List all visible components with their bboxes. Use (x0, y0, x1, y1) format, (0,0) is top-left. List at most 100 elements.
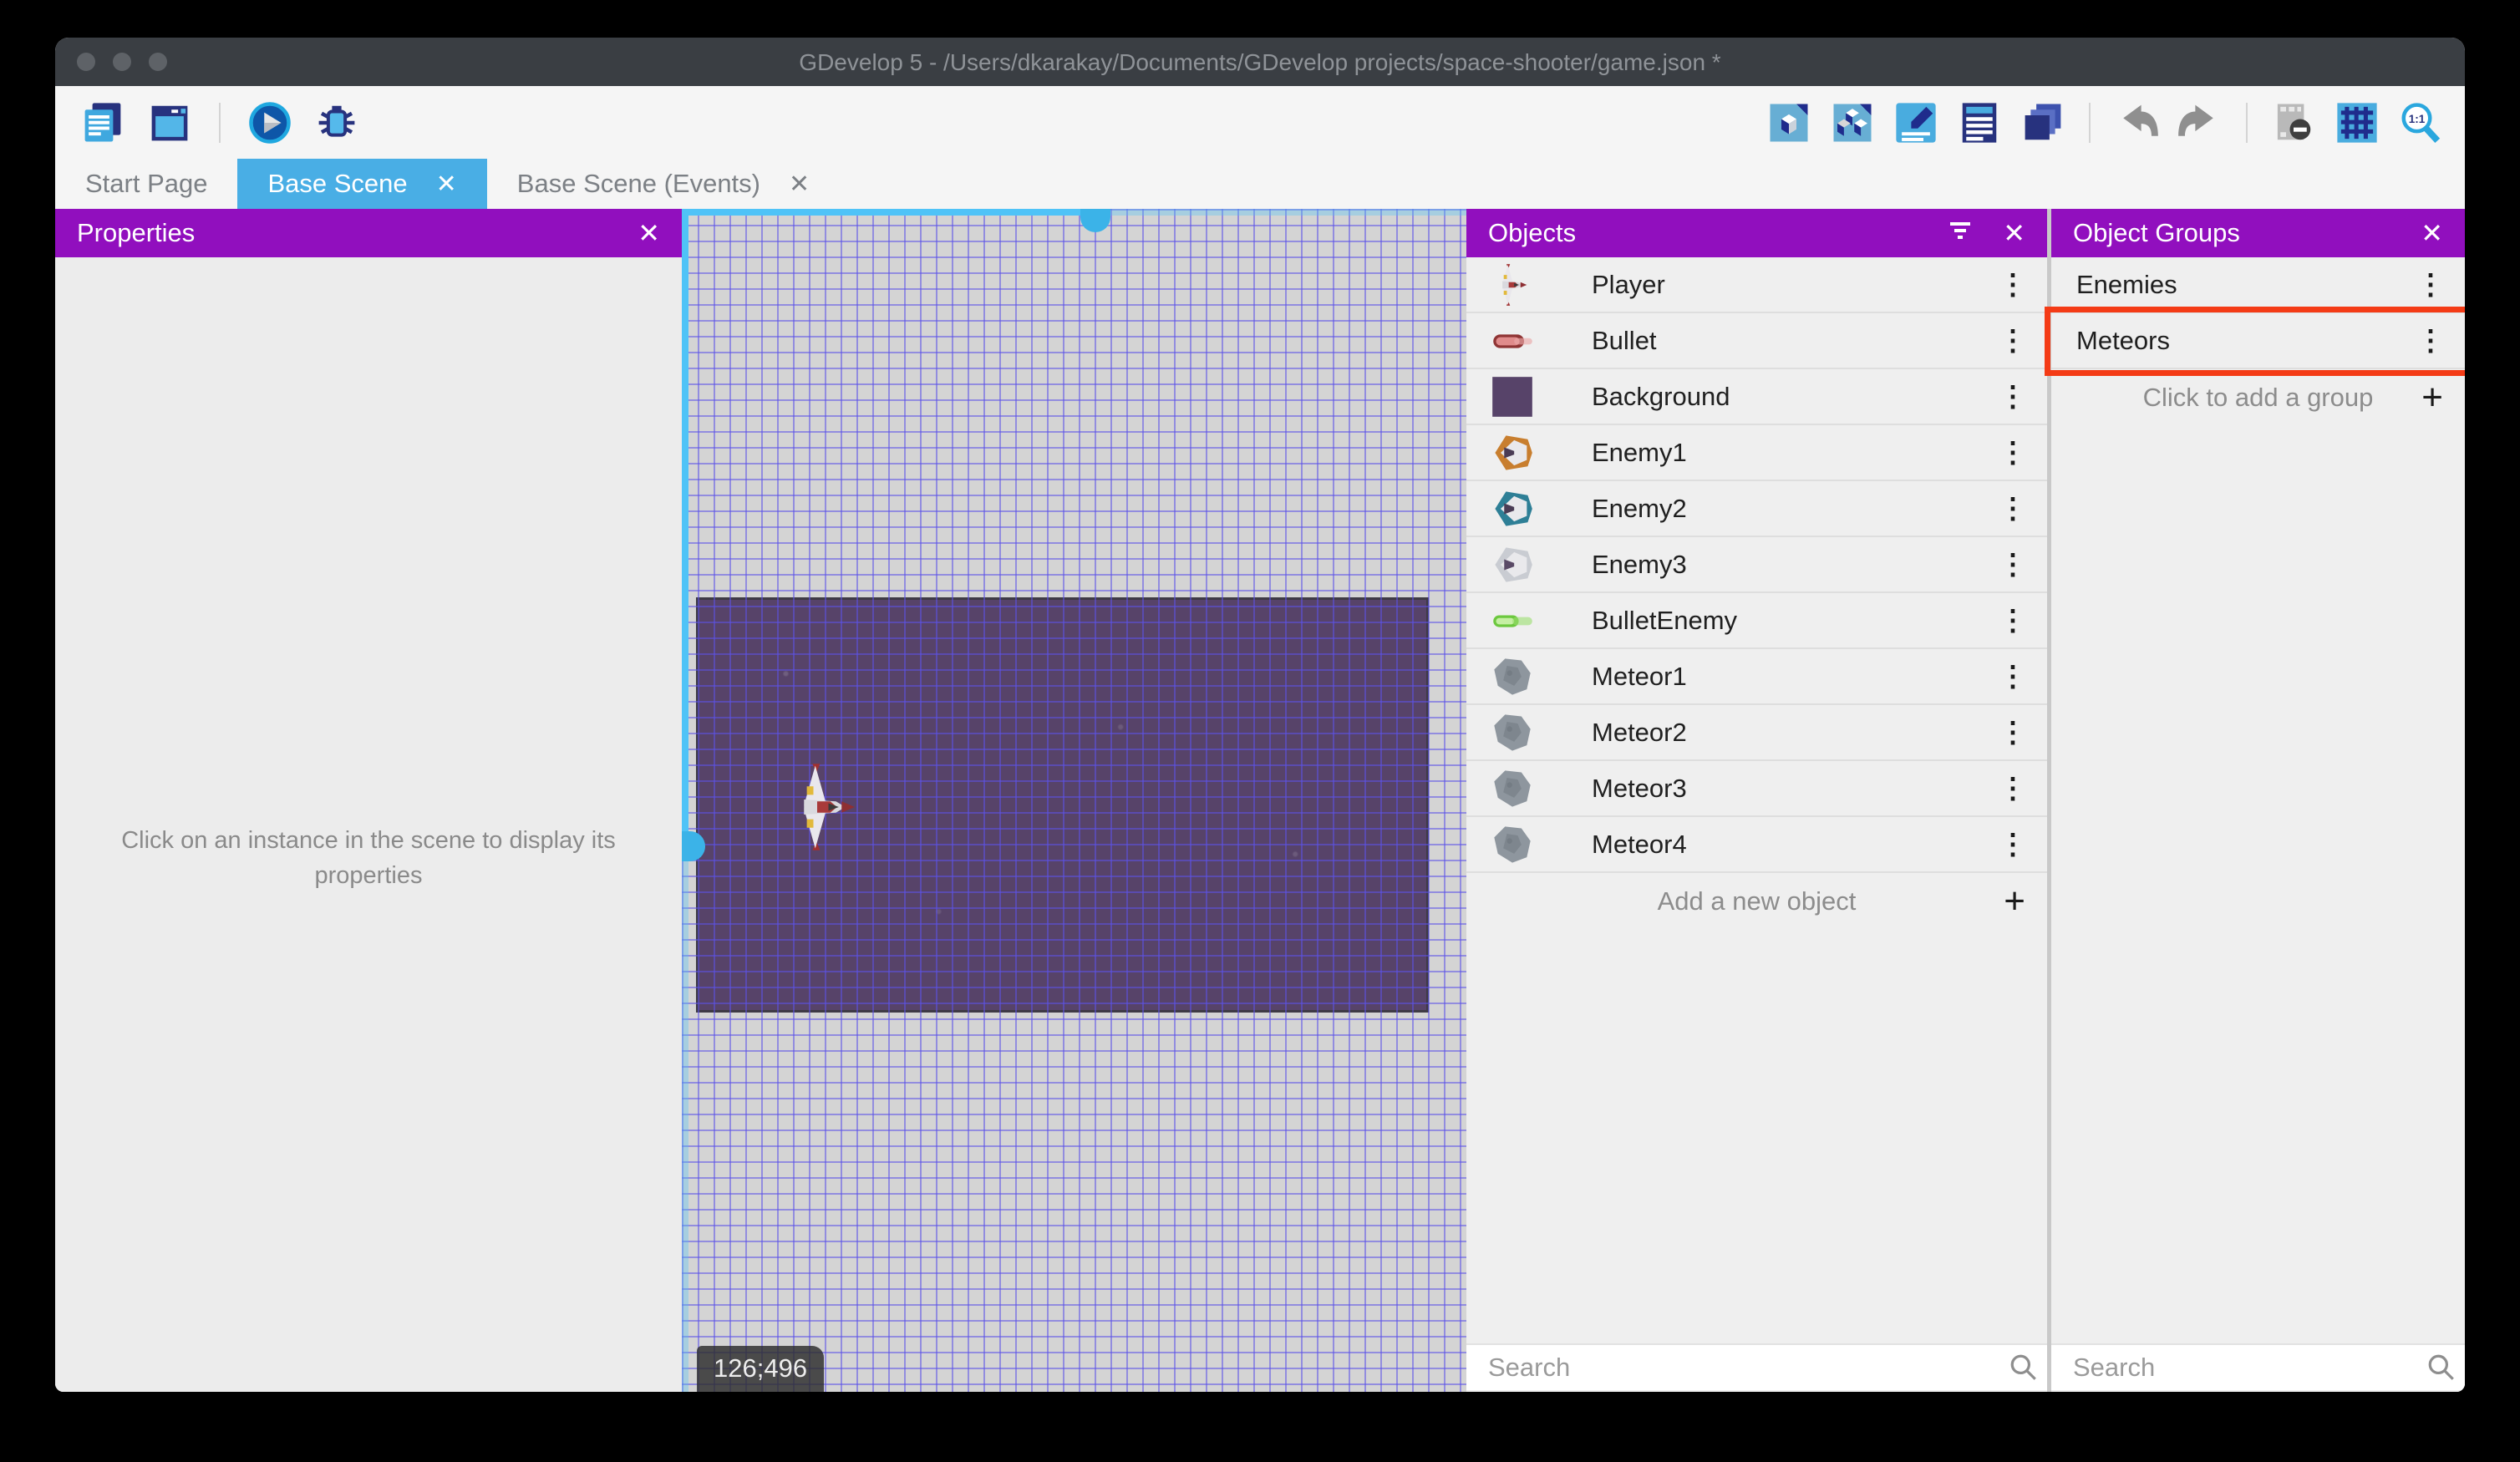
object-row-meteor4[interactable]: Meteor4 ⋮ (1466, 817, 2047, 873)
vertical-scrollbar-fill (682, 209, 688, 845)
object-groups-list: Enemies ⋮ Meteors ⋮ Click to add a group + (2045, 257, 2465, 425)
player-instance[interactable] (794, 762, 856, 852)
properties-panel-title: Properties (77, 218, 196, 247)
debug-icon[interactable] (312, 99, 361, 147)
layers-icon[interactable] (2019, 99, 2067, 147)
object-label: Enemy3 (1592, 549, 1687, 579)
search-icon (2418, 1344, 2465, 1391)
kebab-menu-icon[interactable]: ⋮ (1990, 761, 2035, 815)
kebab-menu-icon[interactable]: ⋮ (2408, 313, 2453, 368)
plus-icon[interactable]: + (2004, 881, 2025, 922)
add-object-label: Add a new object (1657, 886, 1857, 916)
object-row-meteor2[interactable]: Meteor2 ⋮ (1466, 705, 2047, 761)
kebab-menu-icon[interactable]: ⋮ (1990, 425, 2035, 480)
objects-search-input[interactable] (1466, 1353, 2000, 1383)
filter-icon[interactable] (1946, 216, 1974, 251)
scene-editor-canvas[interactable]: 126;496 (682, 209, 1466, 1392)
properties-empty-message: Click on an instance in the scene to dis… (121, 827, 616, 890)
plus-icon[interactable]: + (2421, 377, 2443, 419)
meteor-icon (1490, 654, 1535, 699)
objects-list: Player ⋮ Bullet ⋮ Background ⋮ Enemy1 ⋮ Enemy2… (1466, 257, 2047, 929)
close-icon[interactable]: ✕ (2421, 217, 2443, 249)
toolbar-divider (2089, 102, 2091, 143)
close-icon[interactable]: ✕ (2003, 217, 2025, 249)
horizontal-scrollbar-handle[interactable] (1080, 209, 1110, 232)
add-new-object-button[interactable]: Add a new object + (1466, 873, 2047, 929)
object-row-background[interactable]: Background ⋮ (1466, 369, 2047, 425)
object-label: Background (1592, 381, 1730, 411)
object-label: Player (1592, 269, 1665, 299)
groups-search-input[interactable] (2051, 1353, 2418, 1383)
properties-panel: Properties ✕ Click on an instance in the… (55, 209, 682, 1392)
kebab-menu-icon[interactable]: ⋮ (1990, 481, 2035, 536)
bullet-icon (1490, 318, 1535, 363)
search-icon (2000, 1344, 2047, 1391)
zoom-1-1-icon[interactable]: 1:1 (2396, 99, 2445, 147)
main-area: Properties ✕ Click on an instance in the… (55, 209, 2465, 1392)
object-row-bullet[interactable]: Bullet ⋮ (1466, 313, 2047, 369)
close-icon[interactable]: ✕ (436, 170, 457, 199)
instances-list-icon[interactable] (1955, 99, 2004, 147)
enemy2-icon (1490, 486, 1535, 531)
object-label: Bullet (1592, 325, 1657, 355)
meteor-icon (1490, 822, 1535, 867)
edit-properties-icon[interactable] (1892, 99, 1940, 147)
close-icon[interactable]: ✕ (638, 217, 660, 249)
grid-icon[interactable] (2333, 99, 2381, 147)
properties-panel-header: Properties ✕ (55, 209, 682, 257)
object-groups-icon[interactable] (1828, 99, 1877, 147)
add-group-label: Click to add a group (2142, 382, 2374, 412)
kebab-menu-icon[interactable]: ⋮ (1990, 705, 2035, 759)
object-row-meteor3[interactable]: Meteor3 ⋮ (1466, 761, 2047, 817)
meteor-icon (1490, 766, 1535, 811)
project-manager-icon[interactable] (79, 99, 127, 147)
objects-panel-header: Objects ✕ (1466, 209, 2047, 257)
mask-icon[interactable] (2269, 99, 2318, 147)
objects-search-bar (1466, 1343, 2047, 1390)
enemy1-icon (1490, 430, 1535, 475)
tab-base-scene-events-[interactable]: Base Scene (Events) ✕ (487, 159, 840, 209)
toolbar-divider (2246, 102, 2248, 143)
kebab-menu-icon[interactable]: ⋮ (1990, 649, 2035, 703)
group-row-enemies[interactable]: Enemies ⋮ (2051, 257, 2465, 313)
kebab-menu-icon[interactable]: ⋮ (1990, 257, 2035, 312)
close-icon[interactable]: ✕ (789, 170, 810, 199)
object-row-enemy2[interactable]: Enemy2 ⋮ (1466, 481, 2047, 537)
tab-start-page[interactable]: Start Page (55, 159, 237, 209)
object-row-bulletenemy[interactable]: BulletEnemy ⋮ (1466, 593, 2047, 649)
object-label: Meteor4 (1592, 829, 1687, 859)
object-label: Meteor2 (1592, 717, 1687, 747)
object-row-enemy1[interactable]: Enemy1 ⋮ (1466, 425, 2047, 481)
object-label: Meteor3 (1592, 773, 1687, 803)
meteor-icon (1490, 710, 1535, 755)
kebab-menu-icon[interactable]: ⋮ (1990, 593, 2035, 647)
tab-label: Base Scene (267, 169, 408, 198)
kebab-menu-icon[interactable]: ⋮ (1990, 537, 2035, 591)
tab-base-scene[interactable]: Base Scene ✕ (237, 159, 487, 209)
object-row-player[interactable]: Player ⋮ (1466, 257, 2047, 313)
player-ship-icon (1490, 262, 1535, 307)
scene-editor-icon[interactable] (145, 99, 194, 147)
kebab-menu-icon[interactable]: ⋮ (2408, 257, 2453, 312)
main-toolbar: 1:1 (55, 86, 2465, 159)
object-label: Enemy2 (1592, 493, 1687, 523)
group-row-meteors[interactable]: Meteors ⋮ (2045, 307, 2465, 376)
toolbar-left-group (55, 99, 361, 147)
horizontal-scrollbar-fill (682, 209, 1095, 216)
add-group-button[interactable]: Click to add a group + (2051, 369, 2465, 425)
object-icon[interactable] (1765, 99, 1813, 147)
title-bar: GDevelop 5 - /Users/dkarakay/Documents/G… (55, 38, 2465, 86)
undo-icon[interactable] (2112, 99, 2161, 147)
play-icon[interactable] (246, 99, 294, 147)
kebab-menu-icon[interactable]: ⋮ (1990, 369, 2035, 424)
window-title: GDevelop 5 - /Users/dkarakay/Documents/G… (799, 49, 1721, 75)
object-row-enemy3[interactable]: Enemy3 ⋮ (1466, 537, 2047, 593)
enemy3-icon (1490, 542, 1535, 587)
redo-icon[interactable] (2176, 99, 2224, 147)
kebab-menu-icon[interactable]: ⋮ (1990, 817, 2035, 871)
objects-panel-title: Objects (1488, 218, 1577, 247)
kebab-menu-icon[interactable]: ⋮ (1990, 313, 2035, 368)
tab-label: Base Scene (Events) (516, 169, 760, 198)
object-groups-panel-header: Object Groups ✕ (2051, 209, 2465, 257)
object-row-meteor1[interactable]: Meteor1 ⋮ (1466, 649, 2047, 705)
